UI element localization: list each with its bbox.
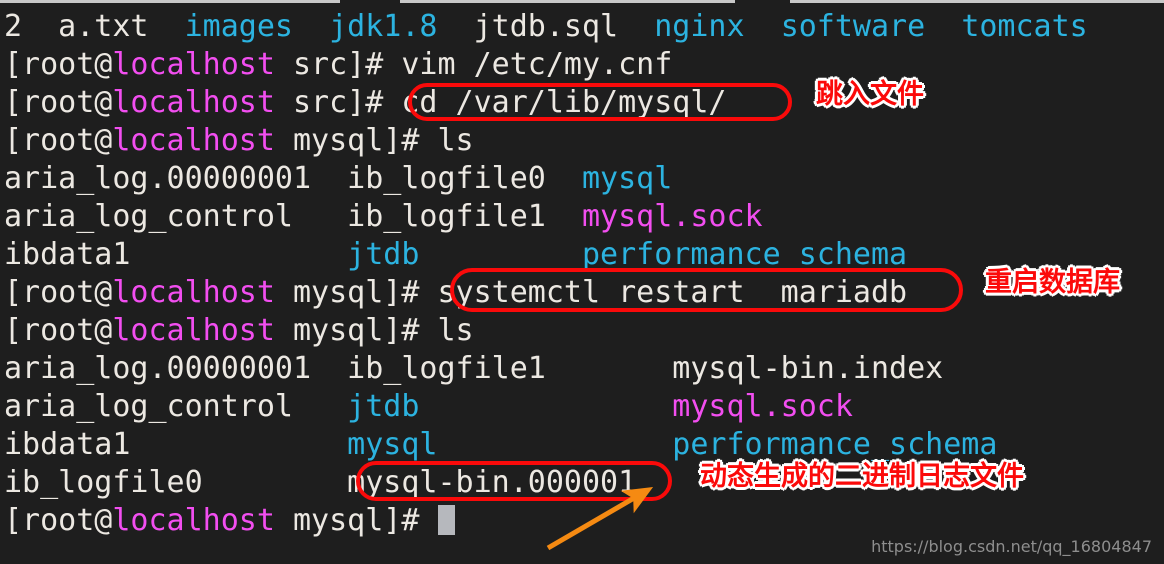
ls2-row-3-seg-0: ibdata1	[4, 427, 348, 462]
note-restart: 重启数据库	[985, 267, 1120, 298]
prompt-ls-2-line: [root@localhost mysql]# ls	[4, 312, 474, 350]
scrolled-line-remnant	[0, 0, 1164, 4]
prompt-cd-line: [root@localhost src]# cd /var/lib/mysql/	[4, 84, 726, 122]
ls2-row-4: ib_logfile0 mysql-bin.000001	[4, 464, 636, 502]
ls-tail-line-seg-8	[925, 9, 961, 44]
ls-tail-line-seg-6	[745, 9, 781, 44]
prompt-systemctl-line-seg-1: localhost	[112, 275, 275, 310]
ls1-row-1: aria_log.00000001 ib_logfile0 mysql	[4, 160, 672, 198]
prompt-ls-2-line-seg-1: localhost	[112, 313, 275, 348]
prompt-ls-1-line: [root@localhost mysql]# ls	[4, 122, 474, 160]
text-cursor[interactable]	[437, 505, 455, 535]
ls2-row-3: ibdata1 mysql performance_schema	[4, 426, 997, 464]
ls2-row-3-seg-1: mysql	[347, 427, 438, 462]
prompt-systemctl-line: [root@localhost mysql]# systemctl restar…	[4, 274, 907, 312]
ls1-row-3-seg-2	[419, 237, 582, 272]
ls2-row-2-seg-1: jtdb	[347, 389, 420, 424]
prompt-cd-line-seg-0: [root@	[4, 85, 113, 120]
ls2-row-3-seg-2	[437, 427, 672, 462]
prompt-final-line: [root@localhost mysql]#	[4, 502, 455, 540]
ls-tail-line-seg-2	[293, 9, 329, 44]
ls-tail-line-seg-3: jdk1.8	[329, 9, 438, 44]
ls-tail-line-seg-0: 2 a.txt	[4, 9, 185, 44]
ls2-row-3-seg-3: performance_schema	[672, 427, 998, 462]
ls1-row-2: aria_log_control ib_logfile1 mysql.sock	[4, 198, 763, 236]
prompt-cd-line-seg-1: localhost	[112, 85, 275, 120]
prompt-systemctl-line-seg-2: mysql]# systemctl restart mariadb	[274, 275, 908, 310]
prompt-vim-line: [root@localhost src]# vim /etc/my.cnf	[4, 46, 672, 84]
ls2-row-2-seg-0: aria_log_control	[4, 389, 348, 424]
ls1-row-3: ibdata1 jtdb performance_schema	[4, 236, 907, 274]
ls-tail-line-seg-7: software	[780, 9, 926, 44]
ls1-row-3-seg-0: ibdata1	[4, 237, 348, 272]
prompt-systemctl-line-seg-0: [root@	[4, 275, 113, 310]
note-cd: 跳入文件	[816, 79, 924, 110]
ls-tail-line-seg-5: nginx	[654, 9, 745, 44]
ls1-row-2-seg-0: aria_log_control ib_logfile1	[4, 199, 582, 234]
prompt-vim-line-seg-2: src]# vim /etc/my.cnf	[274, 47, 673, 82]
ls2-row-4-seg-0: ib_logfile0 mysql-bin.000001	[4, 465, 637, 500]
ls2-row-2-seg-2	[419, 389, 672, 424]
ls-tail-line-seg-9: tomcats	[961, 9, 1088, 44]
watermark-text: https://blog.csdn.net/qq_16804847	[871, 537, 1152, 556]
terminal-window[interactable]: 2 a.txt images jdk1.8 jtdb.sql nginx sof…	[0, 0, 1164, 564]
ls1-row-1-seg-1: mysql	[581, 161, 673, 196]
prompt-cd-line-seg-2: src]# cd /var/lib/mysql/	[274, 85, 727, 120]
prompt-ls-1-line-seg-1: localhost	[112, 123, 275, 158]
ls1-row-1-seg-0: aria_log.00000001 ib_logfile0	[4, 161, 582, 196]
ls2-row-2-seg-3: mysql.sock	[672, 389, 853, 424]
ls2-row-1-seg-0: aria_log.00000001 ib_logfile1 mysql-bin.…	[4, 351, 944, 386]
ls-tail-line-seg-4: jtdb.sql	[437, 9, 655, 44]
prompt-ls-2-line-seg-0: [root@	[4, 313, 113, 348]
arrow-to-binlog-icon	[546, 486, 654, 551]
note-binlog: 动态生成的二进制日志文件	[700, 461, 1024, 492]
prompt-final-line-seg-2: mysql]#	[274, 503, 438, 538]
ls1-row-2-seg-1: mysql.sock	[581, 199, 763, 234]
prompt-final-line-seg-1: localhost	[112, 503, 275, 538]
prompt-ls-2-line-seg-2: mysql]# ls	[274, 313, 474, 348]
ls1-row-3-seg-1: jtdb	[347, 237, 420, 272]
prompt-ls-1-line-seg-0: [root@	[4, 123, 113, 158]
ls1-row-3-seg-3: performance_schema	[581, 237, 908, 272]
ls2-row-1: aria_log.00000001 ib_logfile1 mysql-bin.…	[4, 350, 943, 388]
prompt-ls-1-line-seg-2: mysql]# ls	[274, 123, 474, 158]
prompt-vim-line-seg-1: localhost	[112, 47, 275, 82]
ls2-row-2: aria_log_control jtdb mysql.sock	[4, 388, 853, 426]
ls-tail-line-seg-1: images	[184, 9, 293, 44]
prompt-vim-line-seg-0: [root@	[4, 47, 113, 82]
ls-tail-line: 2 a.txt images jdk1.8 jtdb.sql nginx sof…	[4, 8, 1088, 46]
prompt-final-line-seg-0: [root@	[4, 503, 113, 538]
